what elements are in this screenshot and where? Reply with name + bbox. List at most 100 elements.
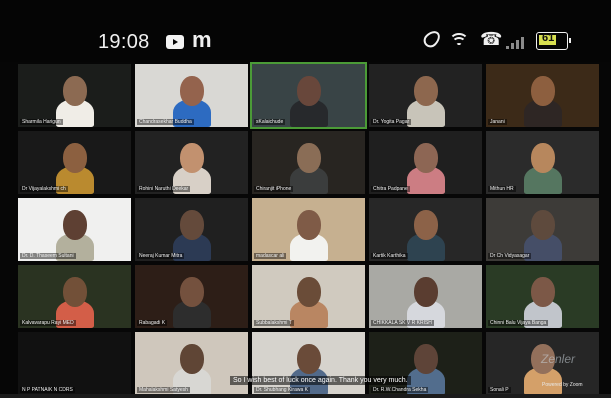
participant-name: madascar ali (254, 253, 287, 259)
participant-tile[interactable]: madascar ali (252, 198, 365, 261)
battery-icon: 61 (536, 32, 571, 50)
participant-face (63, 76, 87, 106)
participant-video (252, 131, 365, 194)
participant-face (180, 210, 204, 240)
participant-tile[interactable]: Chiranjit iPhone (252, 131, 365, 194)
participant-tile[interactable]: Janani (486, 64, 599, 127)
participant-tile[interactable]: Chandrasekhar Buddha (135, 64, 248, 127)
participant-name: Rohini Naruthi Deekar (137, 186, 191, 192)
participant-name: Rabagadi K (137, 320, 168, 326)
participant-name: Dr Vijayalakshmi ch (20, 186, 68, 192)
participant-tile[interactable]: Dr. Shubhang Kirawa K (252, 332, 365, 395)
battery-level: 61 (542, 32, 555, 44)
participant-tile[interactable]: N P PATNAIK N CDRS (18, 332, 131, 395)
participant-face (297, 143, 321, 173)
participant-tile[interactable]: Sharmila Harigun (18, 64, 131, 127)
participant-name: Chiranjit iPhone (254, 186, 294, 192)
participant-name: Dr. Yogita Pagar (371, 119, 412, 125)
participant-face (531, 277, 555, 307)
participant-name: sKalaichude (254, 119, 286, 125)
participant-name: Chinni Balu Vijaya Banga (488, 320, 549, 326)
participant-video (369, 265, 482, 328)
participant-tile[interactable]: Dr. D. Thaseem Sultani (18, 198, 131, 261)
participant-video (18, 332, 131, 395)
participant-video (252, 64, 365, 127)
screen-bottom-edge (0, 394, 611, 398)
participant-video (369, 198, 482, 261)
live-caption: So I wish best of luck once again. Thank… (230, 376, 411, 385)
participant-tile[interactable]: Dr. R.W.Chandra Sekha (369, 332, 482, 395)
participant-face (180, 76, 204, 106)
participant-tile[interactable]: Kartik Karthika (369, 198, 482, 261)
participant-video (369, 131, 482, 194)
wifi-icon (449, 33, 469, 47)
participant-name: Mithun HR (488, 186, 516, 192)
participant-tile[interactable]: CHIKKALA SK V R KRISH (369, 265, 482, 328)
participant-video (252, 332, 365, 395)
participant-tile[interactable]: Dr Vijayalakshmi ch (18, 131, 131, 194)
participant-video (18, 64, 131, 127)
participant-face (297, 344, 321, 374)
participant-video (369, 332, 482, 395)
water-drop-icon (420, 27, 444, 51)
participant-name: Dr Ch Vidyasagar (488, 253, 532, 259)
participant-tile[interactable]: Chitra Padpane (369, 131, 482, 194)
participant-face (63, 210, 87, 240)
participant-face (180, 344, 204, 374)
participant-video (369, 64, 482, 127)
participant-video (486, 198, 599, 261)
participant-face (297, 210, 321, 240)
participant-tile[interactable]: Mahalakshmi Satyesh (135, 332, 248, 395)
participant-tile[interactable]: Dr Ch Vidyasagar (486, 198, 599, 261)
participant-name: Dr. Shubhang Kirawa K (254, 387, 310, 393)
time: 19:08 (98, 31, 150, 53)
participant-video (252, 198, 365, 261)
participant-video (135, 265, 248, 328)
participant-video (135, 64, 248, 127)
participant-face (531, 210, 555, 240)
participant-name: Chitra Padpane (371, 186, 410, 192)
participant-name: Sharmila Harigun (20, 119, 63, 125)
participant-tile[interactable]: Mithun HR (486, 131, 599, 194)
participant-video (135, 198, 248, 261)
play-icon (166, 35, 184, 49)
participant-name: Kalvavarapu Rayi MED (20, 320, 76, 326)
participant-name: CHIKKALA SK V R KRISH (371, 320, 434, 326)
participant-name: N P PATNAIK N CDRS (20, 387, 75, 393)
call-icon: ☎ (480, 29, 503, 49)
participant-face (63, 143, 87, 173)
participant-name: Kartik Karthika (371, 253, 408, 259)
participant-face (180, 143, 204, 173)
participant-tile[interactable]: sKalaichude (250, 62, 367, 129)
participant-name: Subbalakshmi T (254, 320, 294, 326)
participant-tile[interactable]: Chinni Balu Vijaya Banga (486, 265, 599, 328)
participant-tile[interactable]: Subbalakshmi T (252, 265, 365, 328)
participant-video (252, 265, 365, 328)
participant-tile[interactable]: Rohini Naruthi Deekar (135, 131, 248, 194)
participant-video (486, 64, 599, 127)
status-bar: 19:08 m ☎ 61 (0, 0, 611, 62)
participant-name: Sonali P (488, 387, 511, 393)
participant-video (18, 265, 131, 328)
participant-face (414, 210, 438, 240)
participant-face (531, 143, 555, 173)
participant-face (531, 76, 555, 106)
m-icon: m (192, 27, 212, 52)
participant-video (135, 332, 248, 395)
participant-face (297, 76, 321, 106)
participant-name: Janani (488, 119, 507, 125)
participant-name: Dr. R.W.Chandra Sekha (371, 387, 429, 393)
participant-face (180, 277, 204, 307)
participant-tile[interactable]: Neeraj Kumar Mitra (135, 198, 248, 261)
participant-video (486, 265, 599, 328)
participant-video (486, 131, 599, 194)
participant-tile[interactable]: Dr. Yogita Pagar (369, 64, 482, 127)
participant-face (414, 143, 438, 173)
participant-face (63, 277, 87, 307)
participant-video (18, 131, 131, 194)
participant-face (414, 76, 438, 106)
participant-tile[interactable]: Kalvavarapu Rayi MED (18, 265, 131, 328)
participant-tile[interactable]: Rabagadi K (135, 265, 248, 328)
signal-icon (506, 35, 530, 49)
participant-name: Chandrasekhar Buddha (137, 119, 194, 125)
